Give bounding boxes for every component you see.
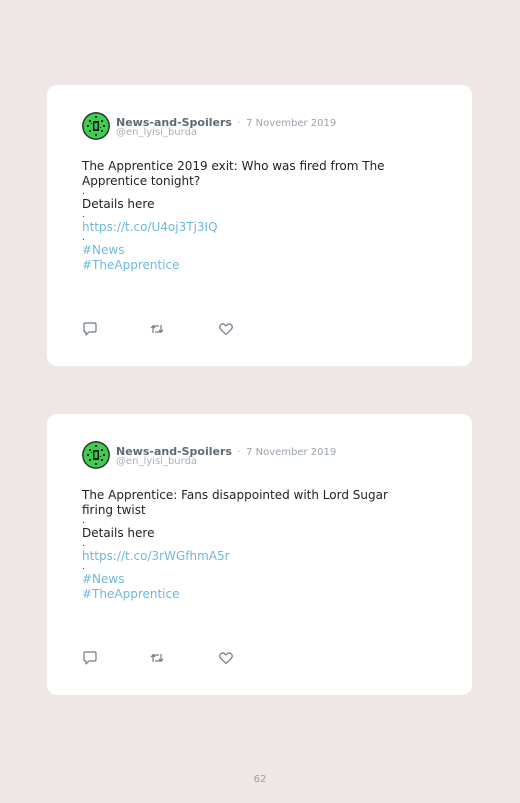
like-icon[interactable]: [218, 321, 234, 337]
reply-icon[interactable]: [82, 650, 98, 666]
separator-dot: .: [82, 562, 85, 572]
separator-dot: ·: [237, 447, 241, 458]
separator-dot: .: [82, 516, 85, 526]
details-text: Details here: [82, 197, 155, 211]
tweet-text: The Apprentice: Fans disappointed with L…: [82, 488, 388, 517]
retweet-icon[interactable]: [149, 650, 165, 666]
avatar[interactable]: [82, 112, 110, 140]
separator-dot: .: [82, 539, 85, 549]
user-handle[interactable]: @en_lyisi_burda: [116, 456, 197, 467]
separator-dot: .: [82, 187, 85, 197]
hashtag-news[interactable]: #News: [82, 243, 412, 258]
avatar-image: [82, 112, 110, 140]
tweet-text: The Apprentice 2019 exit: Who was fired …: [82, 159, 385, 188]
details-text: Details here: [82, 526, 155, 540]
avatar-image: [82, 441, 110, 469]
hashtag-theapprentice[interactable]: #TheApprentice: [82, 258, 412, 273]
tweet-date[interactable]: 7 November 2019: [246, 118, 336, 129]
tweet-card: News-and-Spoilers · 7 November 2019 @en_…: [47, 85, 472, 366]
tweet-link[interactable]: https://t.co/3rWGfhmA5r: [82, 549, 412, 564]
tweet-date[interactable]: 7 November 2019: [246, 447, 336, 458]
avatar[interactable]: [82, 441, 110, 469]
like-icon[interactable]: [218, 650, 234, 666]
retweet-icon[interactable]: [149, 321, 165, 337]
tweet-body: The Apprentice: Fans disappointed with L…: [82, 488, 412, 602]
hashtag-theapprentice[interactable]: #TheApprentice: [82, 587, 412, 602]
reply-icon[interactable]: [82, 321, 98, 337]
page-number: 62: [253, 774, 267, 785]
separator-dot: .: [82, 210, 85, 220]
user-handle[interactable]: @en_lyisi_burda: [116, 127, 197, 138]
hashtag-news[interactable]: #News: [82, 572, 412, 587]
separator-dot: .: [82, 233, 85, 243]
tweet-body: The Apprentice 2019 exit: Who was fired …: [82, 159, 412, 273]
tweet-card: News-and-Spoilers · 7 November 2019 @en_…: [47, 414, 472, 695]
tweet-link[interactable]: https://t.co/U4oj3Tj3IQ: [82, 220, 412, 235]
separator-dot: ·: [237, 118, 241, 129]
